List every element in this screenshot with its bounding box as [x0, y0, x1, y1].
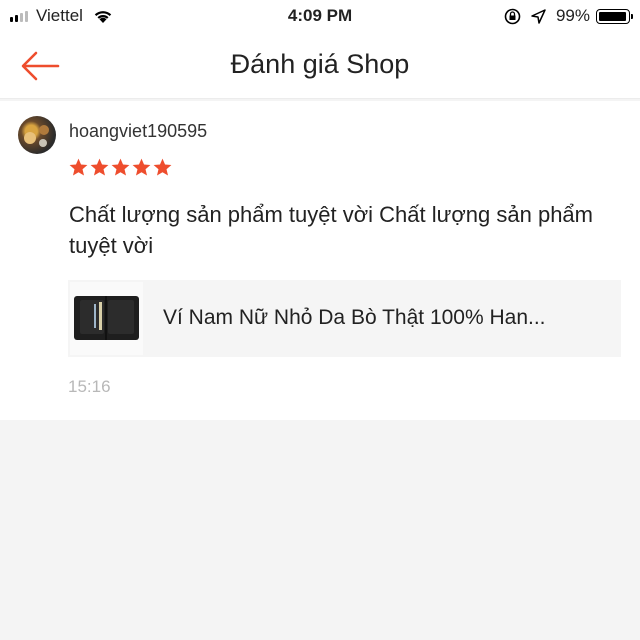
review-timestamp: 15:16 [68, 377, 111, 396]
orientation-lock-icon [504, 8, 521, 24]
star-icon [132, 158, 151, 176]
star-icon [90, 158, 109, 176]
status-right: 99% [504, 6, 633, 26]
avatar-image [24, 125, 49, 147]
battery-icon [596, 8, 633, 24]
location-icon [531, 8, 546, 24]
product-name: Ví Nam Nữ Nhỏ Da Bò Thật 100% Han... [163, 306, 546, 329]
wallet-image [70, 282, 143, 355]
star-icon [153, 158, 172, 176]
status-bar: Viettel 4:09 PM 99% [0, 0, 640, 34]
avatar[interactable] [18, 116, 56, 154]
product-link[interactable]: Ví Nam Nữ Nhỏ Da Bò Thật 100% Han... [68, 280, 621, 357]
star-icon [111, 158, 130, 176]
reviewer-username: hoangviet190595 [69, 121, 208, 141]
rating-stars [68, 157, 173, 178]
review-text: Chất lượng sản phẩm tuyệt vời Chất lượng… [69, 202, 593, 258]
battery-percent: 99% [555, 6, 590, 25]
review-card: hoangviet190595 Chất lượng sản phẩm tuyệ… [0, 101, 640, 420]
nav-bar: Đánh giá Shop [0, 34, 640, 99]
page-title: Đánh giá Shop [230, 49, 410, 79]
star-icon [69, 158, 88, 176]
product-thumbnail [70, 282, 143, 355]
